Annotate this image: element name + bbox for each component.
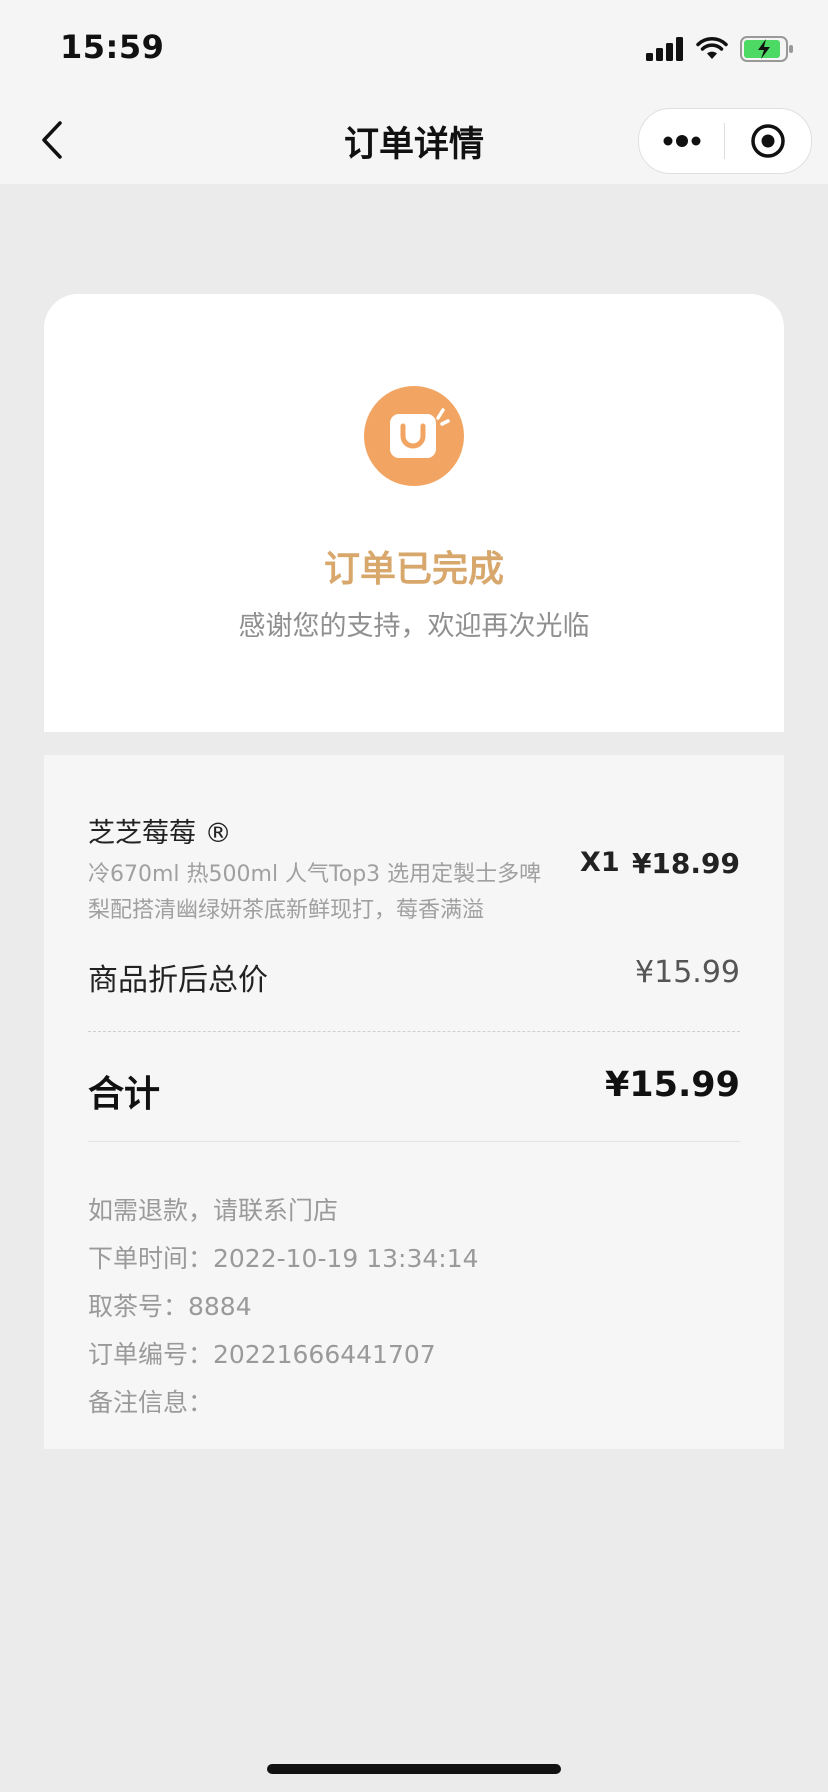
discounted-total-label: 商品折后总价	[88, 963, 268, 998]
status-time: 15:59	[60, 28, 165, 66]
item-quantity: X1	[580, 847, 620, 878]
status-bar: 15:59	[0, 0, 828, 96]
close-mini-program-button[interactable]	[725, 109, 810, 173]
dashed-divider	[88, 1031, 740, 1032]
shopping-bag-icon	[364, 386, 464, 486]
item-name: 芝芝莓莓 ®	[88, 818, 232, 849]
close-target-icon	[750, 124, 785, 158]
nav-bar: 订单详情	[0, 96, 828, 184]
order-number: 订单编号：20221666441707	[88, 1340, 436, 1369]
status-icons	[646, 36, 794, 62]
discounted-total-value: ¥15.99	[635, 955, 740, 990]
order-status-title: 订单已完成	[323, 549, 504, 590]
refund-note: 如需退款，请联系门店	[88, 1196, 339, 1225]
item-description: 冷670ml 热500ml 人气Top3 选用定製士多啤梨配搭清幽绿妍茶底新鲜现…	[88, 862, 542, 923]
total-label: 合计	[88, 1074, 161, 1115]
order-info-list: 如需退款，请联系门店 下单时间：2022-10-19 13:34:14 取茶号：…	[88, 1187, 479, 1427]
wifi-icon	[696, 37, 728, 59]
home-indicator[interactable]	[267, 1764, 561, 1774]
remarks: 备注信息：	[88, 1388, 214, 1417]
order-status-card: 订单已完成 感谢您的支持，欢迎再次光临	[44, 294, 784, 732]
order-detail-card: 芝芝莓莓 ® 冷670ml 热500ml 人气Top3 选用定製士多啤梨配搭清幽…	[44, 755, 784, 1449]
total-value: ¥15.99	[604, 1065, 740, 1105]
item-price: ¥18.99	[631, 847, 740, 880]
order-status-subtitle: 感谢您的支持，欢迎再次光临	[238, 611, 590, 642]
cellular-signal-icon	[646, 37, 683, 61]
more-button[interactable]	[639, 109, 724, 173]
pickup-number: 取茶号：8884	[88, 1292, 252, 1321]
solid-divider	[88, 1141, 740, 1142]
mini-program-capsule	[638, 108, 812, 174]
battery-charging-icon	[740, 36, 793, 62]
more-dots-icon	[663, 135, 700, 147]
order-time: 下单时间：2022-10-19 13:34:14	[88, 1244, 479, 1273]
